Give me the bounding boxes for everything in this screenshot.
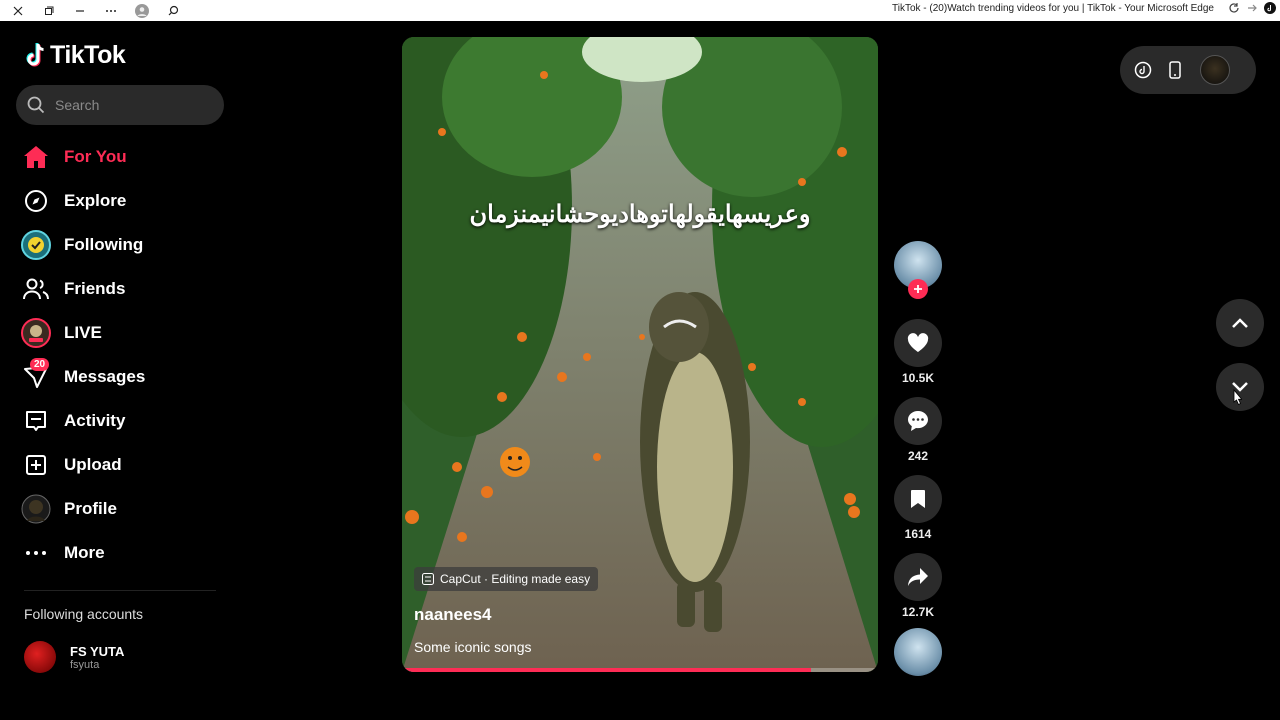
comment-icon bbox=[908, 411, 928, 431]
video-player[interactable]: وعريسهايقولهاتوهاديوحشانيمنزمان CapCut ·… bbox=[402, 37, 878, 672]
previous-video-button[interactable] bbox=[1216, 299, 1264, 347]
video-description: Some iconic songs bbox=[414, 639, 532, 655]
home-icon bbox=[24, 146, 48, 168]
plus-icon bbox=[914, 285, 922, 293]
close-window-button[interactable] bbox=[6, 2, 30, 20]
following-accounts-title: Following accounts bbox=[24, 606, 144, 622]
sidebar-item-activity[interactable]: Activity bbox=[20, 399, 220, 443]
user-avatar[interactable] bbox=[1200, 55, 1230, 85]
save-button[interactable] bbox=[894, 475, 942, 523]
coin-icon bbox=[1134, 61, 1152, 79]
search-placeholder: Search bbox=[55, 97, 100, 113]
sidebar-item-label: Upload bbox=[64, 455, 122, 474]
comment-action: 242 bbox=[894, 397, 942, 463]
friends-icon bbox=[23, 278, 49, 300]
video-caption-overlay: وعريسهايقولهاتوهاديوحشانيمنزمان bbox=[469, 201, 811, 228]
close-icon bbox=[13, 6, 23, 15]
following-avatar-icon bbox=[21, 230, 51, 260]
restore-window-button[interactable] bbox=[37, 2, 61, 20]
profile-avatar-icon bbox=[21, 494, 51, 524]
share-action: 12.7K bbox=[894, 553, 942, 619]
mouse-pointer-icon bbox=[1233, 389, 1242, 406]
like-action: 10.5K bbox=[894, 319, 942, 385]
get-coins-button[interactable] bbox=[1132, 59, 1154, 81]
more-icon bbox=[26, 551, 46, 555]
following-account-item[interactable]: FS YUTA fsyuta bbox=[24, 641, 124, 673]
browser-search-button[interactable] bbox=[161, 2, 185, 20]
share-button[interactable] bbox=[894, 553, 942, 601]
share-count: 12.7K bbox=[901, 605, 935, 619]
video-author-username[interactable]: naanees4 bbox=[414, 605, 492, 625]
sidebar-item-label: Following bbox=[64, 235, 144, 254]
sidebar-item-label: Activity bbox=[64, 411, 126, 430]
sidebar-item-label: More bbox=[64, 543, 105, 562]
more-dots-icon bbox=[106, 9, 116, 12]
video-progress-fill bbox=[402, 668, 812, 672]
effect-label-text: CapCut · Editing made easy bbox=[440, 572, 591, 586]
live-avatar-icon bbox=[21, 318, 51, 348]
comment-button[interactable] bbox=[894, 397, 942, 445]
save-count: 1614 bbox=[904, 527, 932, 541]
get-app-button[interactable] bbox=[1164, 59, 1186, 81]
chevron-up-icon bbox=[1232, 318, 1248, 328]
sidebar-item-label: Messages bbox=[64, 367, 146, 386]
sidebar-item-for-you[interactable]: For You bbox=[20, 135, 220, 179]
sidebar-item-label: Profile bbox=[64, 499, 117, 518]
sidebar-item-label: Friends bbox=[64, 279, 126, 298]
sidebar-item-following[interactable]: Following bbox=[20, 223, 220, 267]
search-input[interactable]: Search bbox=[16, 85, 224, 125]
activity-icon bbox=[26, 411, 46, 431]
save-action: 1614 bbox=[894, 475, 942, 541]
like-count: 10.5K bbox=[901, 371, 935, 385]
video-progress-bar[interactable] bbox=[402, 668, 878, 672]
sidebar-item-explore[interactable]: Explore bbox=[20, 179, 220, 223]
sidebar-item-label: For You bbox=[64, 147, 127, 166]
sidebar-item-label: Explore bbox=[64, 191, 127, 210]
upload-icon bbox=[26, 455, 46, 475]
browser-profile-button[interactable] bbox=[130, 2, 154, 20]
sidebar-item-more[interactable]: More bbox=[20, 531, 220, 575]
tiktok-logo[interactable]: TikTok bbox=[24, 41, 126, 70]
window-title: TikTok - (20)Watch trending videos for y… bbox=[892, 3, 1214, 14]
capcut-icon bbox=[422, 573, 434, 585]
action-rail: 10.5K 242 1614 12.7K bbox=[894, 241, 942, 676]
sidebar-item-upload[interactable]: Upload bbox=[20, 443, 220, 487]
browser-menu-button[interactable] bbox=[99, 2, 123, 20]
minimize-window-button[interactable] bbox=[68, 2, 92, 20]
sidebar-nav: For You Explore Following Friends LIVE 2… bbox=[20, 135, 220, 575]
messages-badge: 20 bbox=[30, 358, 50, 371]
account-handle: fsyuta bbox=[70, 658, 100, 671]
compass-icon bbox=[25, 190, 47, 212]
share-icon bbox=[908, 568, 928, 586]
minimize-icon bbox=[76, 9, 84, 12]
follow-button[interactable] bbox=[908, 279, 928, 299]
creator-avatar[interactable] bbox=[894, 241, 942, 299]
comment-count: 242 bbox=[907, 449, 929, 463]
sidebar-item-label: LIVE bbox=[64, 323, 102, 342]
sidebar-divider bbox=[24, 590, 216, 591]
effect-label[interactable]: CapCut · Editing made easy bbox=[414, 567, 599, 591]
tiktok-app-icon bbox=[1264, 2, 1276, 14]
account-name: FS YUTA bbox=[70, 643, 125, 659]
like-button[interactable] bbox=[894, 319, 942, 367]
forward-arrow-icon[interactable] bbox=[1246, 2, 1258, 14]
sound-disc[interactable] bbox=[894, 628, 942, 676]
zoom-icon bbox=[168, 5, 178, 16]
browser-profile-icon bbox=[135, 3, 149, 18]
logo-text: TikTok bbox=[50, 41, 126, 69]
search-icon bbox=[27, 96, 45, 114]
sidebar-item-live[interactable]: LIVE bbox=[20, 311, 220, 355]
tiktok-note-icon bbox=[26, 43, 44, 67]
top-right-toolbar bbox=[1120, 46, 1256, 94]
avatar bbox=[24, 641, 56, 673]
sidebar-item-profile[interactable]: Profile bbox=[20, 487, 220, 531]
sidebar-item-friends[interactable]: Friends bbox=[20, 267, 220, 311]
browser-title-bar: TikTok - (20)Watch trending videos for y… bbox=[0, 0, 1280, 21]
bookmark-icon bbox=[911, 490, 925, 508]
heart-icon bbox=[907, 333, 929, 352]
phone-icon bbox=[1169, 61, 1181, 79]
restore-icon bbox=[45, 6, 54, 15]
refresh-icon[interactable] bbox=[1228, 2, 1240, 14]
sidebar-item-messages[interactable]: 20 Messages bbox=[20, 355, 220, 399]
